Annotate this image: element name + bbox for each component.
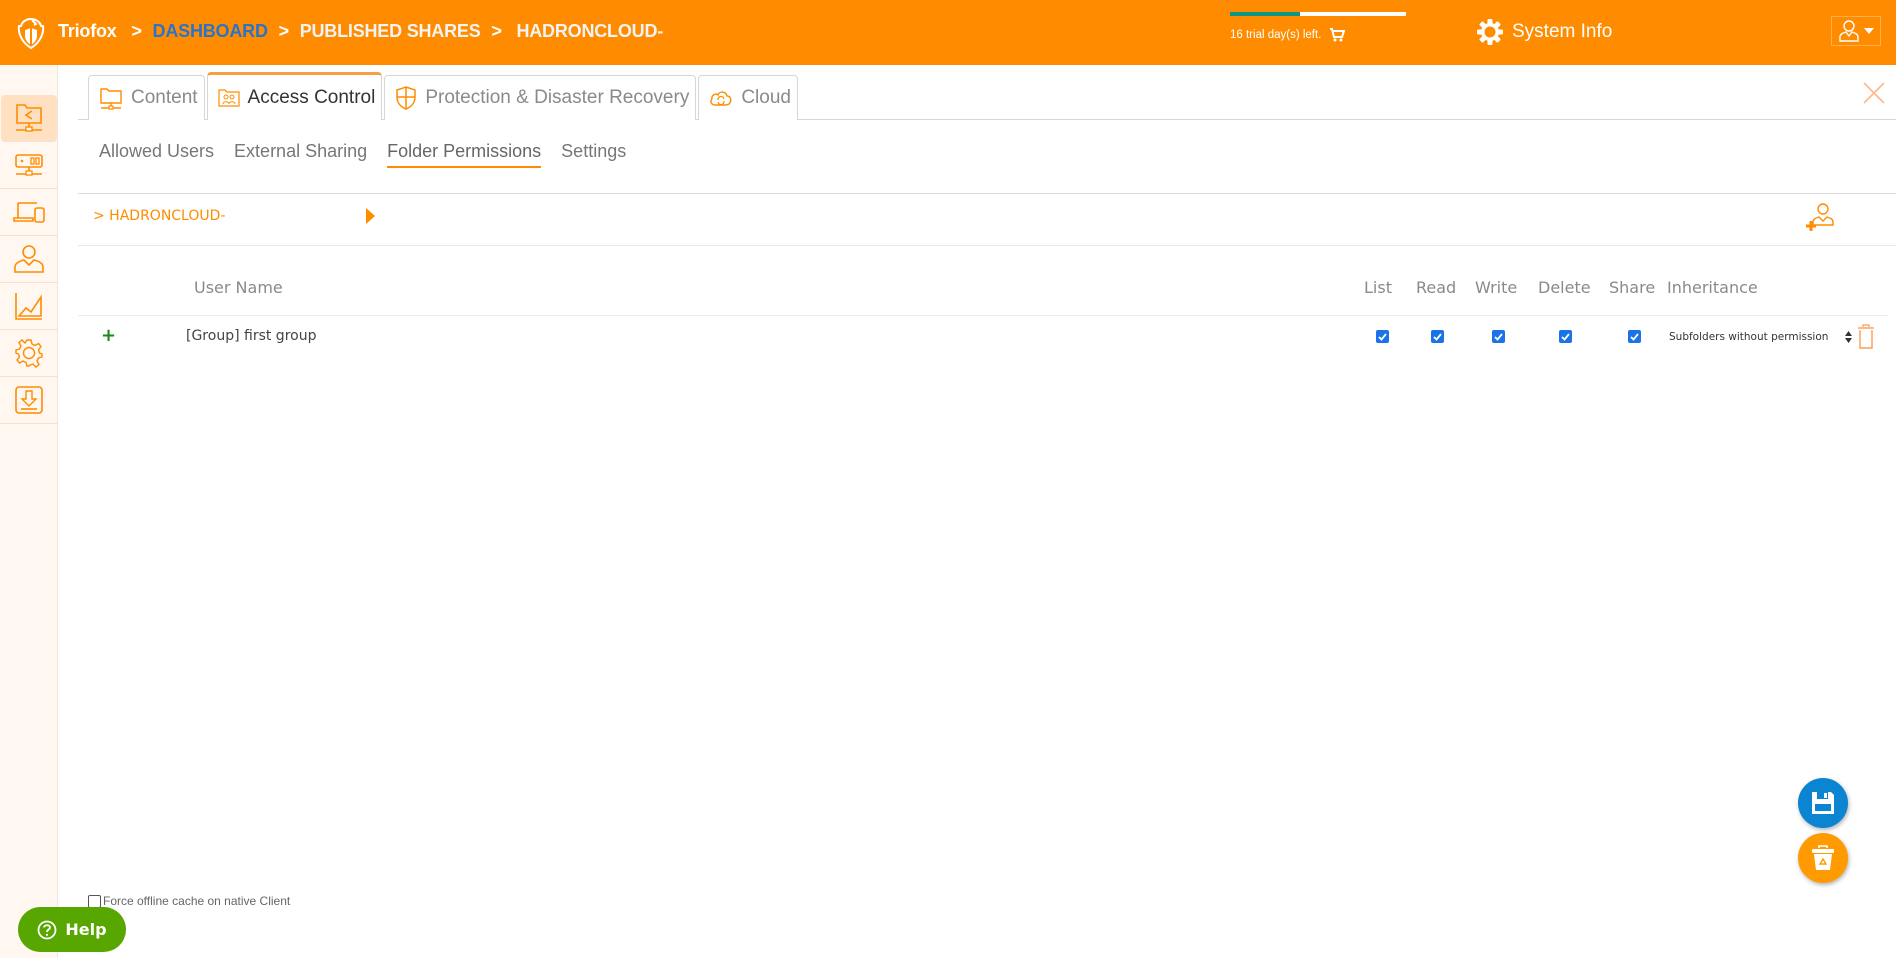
caret-down-icon — [1864, 28, 1874, 34]
tab-protection-label: Protection & Disaster Recovery — [425, 87, 690, 108]
sidebar — [0, 65, 58, 958]
offline-cache-label: Force offline cache on native Client — [103, 894, 291, 908]
download-icon — [15, 386, 43, 414]
subtab-folder-permissions[interactable]: Folder Permissions — [387, 141, 542, 168]
trial-progress-bar — [1230, 12, 1406, 16]
subtab-bar: Allowed Users External Sharing Folder Pe… — [99, 141, 626, 168]
write-checkbox[interactable] — [1492, 330, 1505, 343]
help-button[interactable]: Help — [18, 907, 126, 952]
trial-days-text: 16 trial day(s) left. — [1230, 29, 1322, 41]
expand-arrow-icon[interactable] — [366, 208, 375, 224]
trial-status: 16 trial day(s) left. — [1230, 12, 1406, 42]
sidebar-item-devices[interactable] — [0, 189, 58, 236]
gear-icon — [15, 339, 43, 368]
system-info-button[interactable]: System Info — [1476, 18, 1612, 46]
select-updown-icon[interactable] — [1844, 329, 1853, 345]
cloud-sync-icon — [710, 91, 732, 106]
offline-cache-checkbox[interactable] — [88, 894, 101, 908]
folder-path[interactable]: > HADRONCLOUD- — [93, 208, 225, 224]
breadcrumb: Triofox > DASHBOARD > PUBLISHED SHARES >… — [58, 21, 669, 42]
save-icon — [1812, 792, 1834, 814]
sidebar-item-users[interactable] — [0, 236, 58, 283]
table-row: + [Group] first group Subfolders without… — [78, 324, 1896, 355]
gear-icon — [1477, 19, 1503, 45]
user-icon — [1839, 20, 1859, 42]
tab-access-control-label: Access Control — [247, 86, 376, 108]
tab-content[interactable]: Content — [88, 75, 205, 120]
devices-icon — [13, 202, 45, 223]
subtab-allowed-users[interactable]: Allowed Users — [99, 141, 214, 168]
column-share[interactable]: Share — [1609, 278, 1655, 297]
close-icon[interactable] — [1862, 81, 1886, 105]
share-checkbox[interactable] — [1628, 330, 1641, 343]
breadcrumb-published-shares[interactable]: PUBLISHED SHARES — [300, 21, 481, 41]
tab-bar: Content Access Control Protection & Disa… — [88, 72, 800, 120]
tab-content-label: Content — [131, 87, 198, 108]
sidebar-item-reports[interactable] — [0, 283, 58, 330]
user-name-cell: [Group] first group — [186, 328, 317, 344]
top-bar: Triofox > DASHBOARD > PUBLISHED SHARES >… — [0, 0, 1896, 65]
column-list[interactable]: List — [1364, 278, 1392, 297]
recycle-bin-icon — [1812, 845, 1834, 870]
inheritance-select[interactable]: Subfolders without permission — [1669, 331, 1828, 343]
column-read[interactable]: Read — [1416, 278, 1456, 297]
read-checkbox[interactable] — [1431, 330, 1444, 343]
user-icon — [14, 245, 44, 273]
shared-folder-icon — [16, 104, 42, 132]
server-icon — [15, 154, 43, 176]
trial-progress-fill — [1230, 12, 1301, 16]
breadcrumb-separator: > — [131, 21, 142, 41]
save-button[interactable] — [1798, 778, 1848, 828]
column-delete[interactable]: Delete — [1538, 278, 1591, 297]
subtab-external-sharing[interactable]: External Sharing — [234, 141, 367, 168]
app-name[interactable]: Triofox — [58, 21, 117, 41]
breadcrumb-dashboard[interactable]: DASHBOARD — [153, 21, 268, 41]
list-checkbox[interactable] — [1376, 330, 1389, 343]
tab-access-control[interactable]: Access Control — [206, 72, 383, 120]
question-circle-icon — [38, 920, 57, 939]
expand-plus-icon[interactable]: + — [101, 325, 116, 346]
triofox-logo-icon[interactable] — [16, 16, 46, 50]
user-menu-button[interactable] — [1831, 16, 1881, 46]
sidebar-item-settings[interactable] — [0, 330, 58, 377]
system-info-label: System Info — [1512, 21, 1613, 42]
discard-button[interactable] — [1798, 833, 1848, 883]
tab-cloud[interactable]: Cloud — [698, 75, 798, 120]
subtab-settings[interactable]: Settings — [561, 141, 626, 168]
column-user-name[interactable]: User Name — [194, 278, 283, 297]
users-folder-icon — [217, 88, 240, 107]
main-content: Content Access Control Protection & Disa… — [58, 65, 1896, 958]
delete-icon[interactable] — [1857, 324, 1875, 350]
folder-network-icon — [100, 88, 122, 110]
shield-icon — [396, 86, 417, 110]
breadcrumb-current: HADRONCLOUD- — [516, 21, 664, 41]
delete-checkbox[interactable] — [1559, 330, 1572, 343]
help-label: Help — [65, 920, 107, 939]
add-user-icon[interactable] — [1805, 201, 1837, 231]
tab-cloud-label: Cloud — [741, 87, 791, 108]
table-header: User Name List Read Write Delete Share I… — [78, 278, 1896, 308]
sidebar-item-published-shares[interactable] — [1, 95, 57, 142]
sidebar-item-storage[interactable] — [0, 142, 58, 189]
sidebar-item-downloads[interactable] — [0, 377, 58, 424]
breadcrumb-separator: > — [278, 21, 290, 41]
chart-icon — [15, 293, 42, 320]
breadcrumb-separator: > — [491, 21, 502, 41]
tab-protection-disaster-recovery[interactable]: Protection & Disaster Recovery — [384, 75, 697, 120]
column-write[interactable]: Write — [1475, 278, 1517, 297]
cart-icon[interactable] — [1329, 28, 1346, 42]
column-inheritance[interactable]: Inheritance — [1667, 278, 1758, 297]
offline-cache-option: Force offline cache on native Client — [88, 894, 290, 908]
